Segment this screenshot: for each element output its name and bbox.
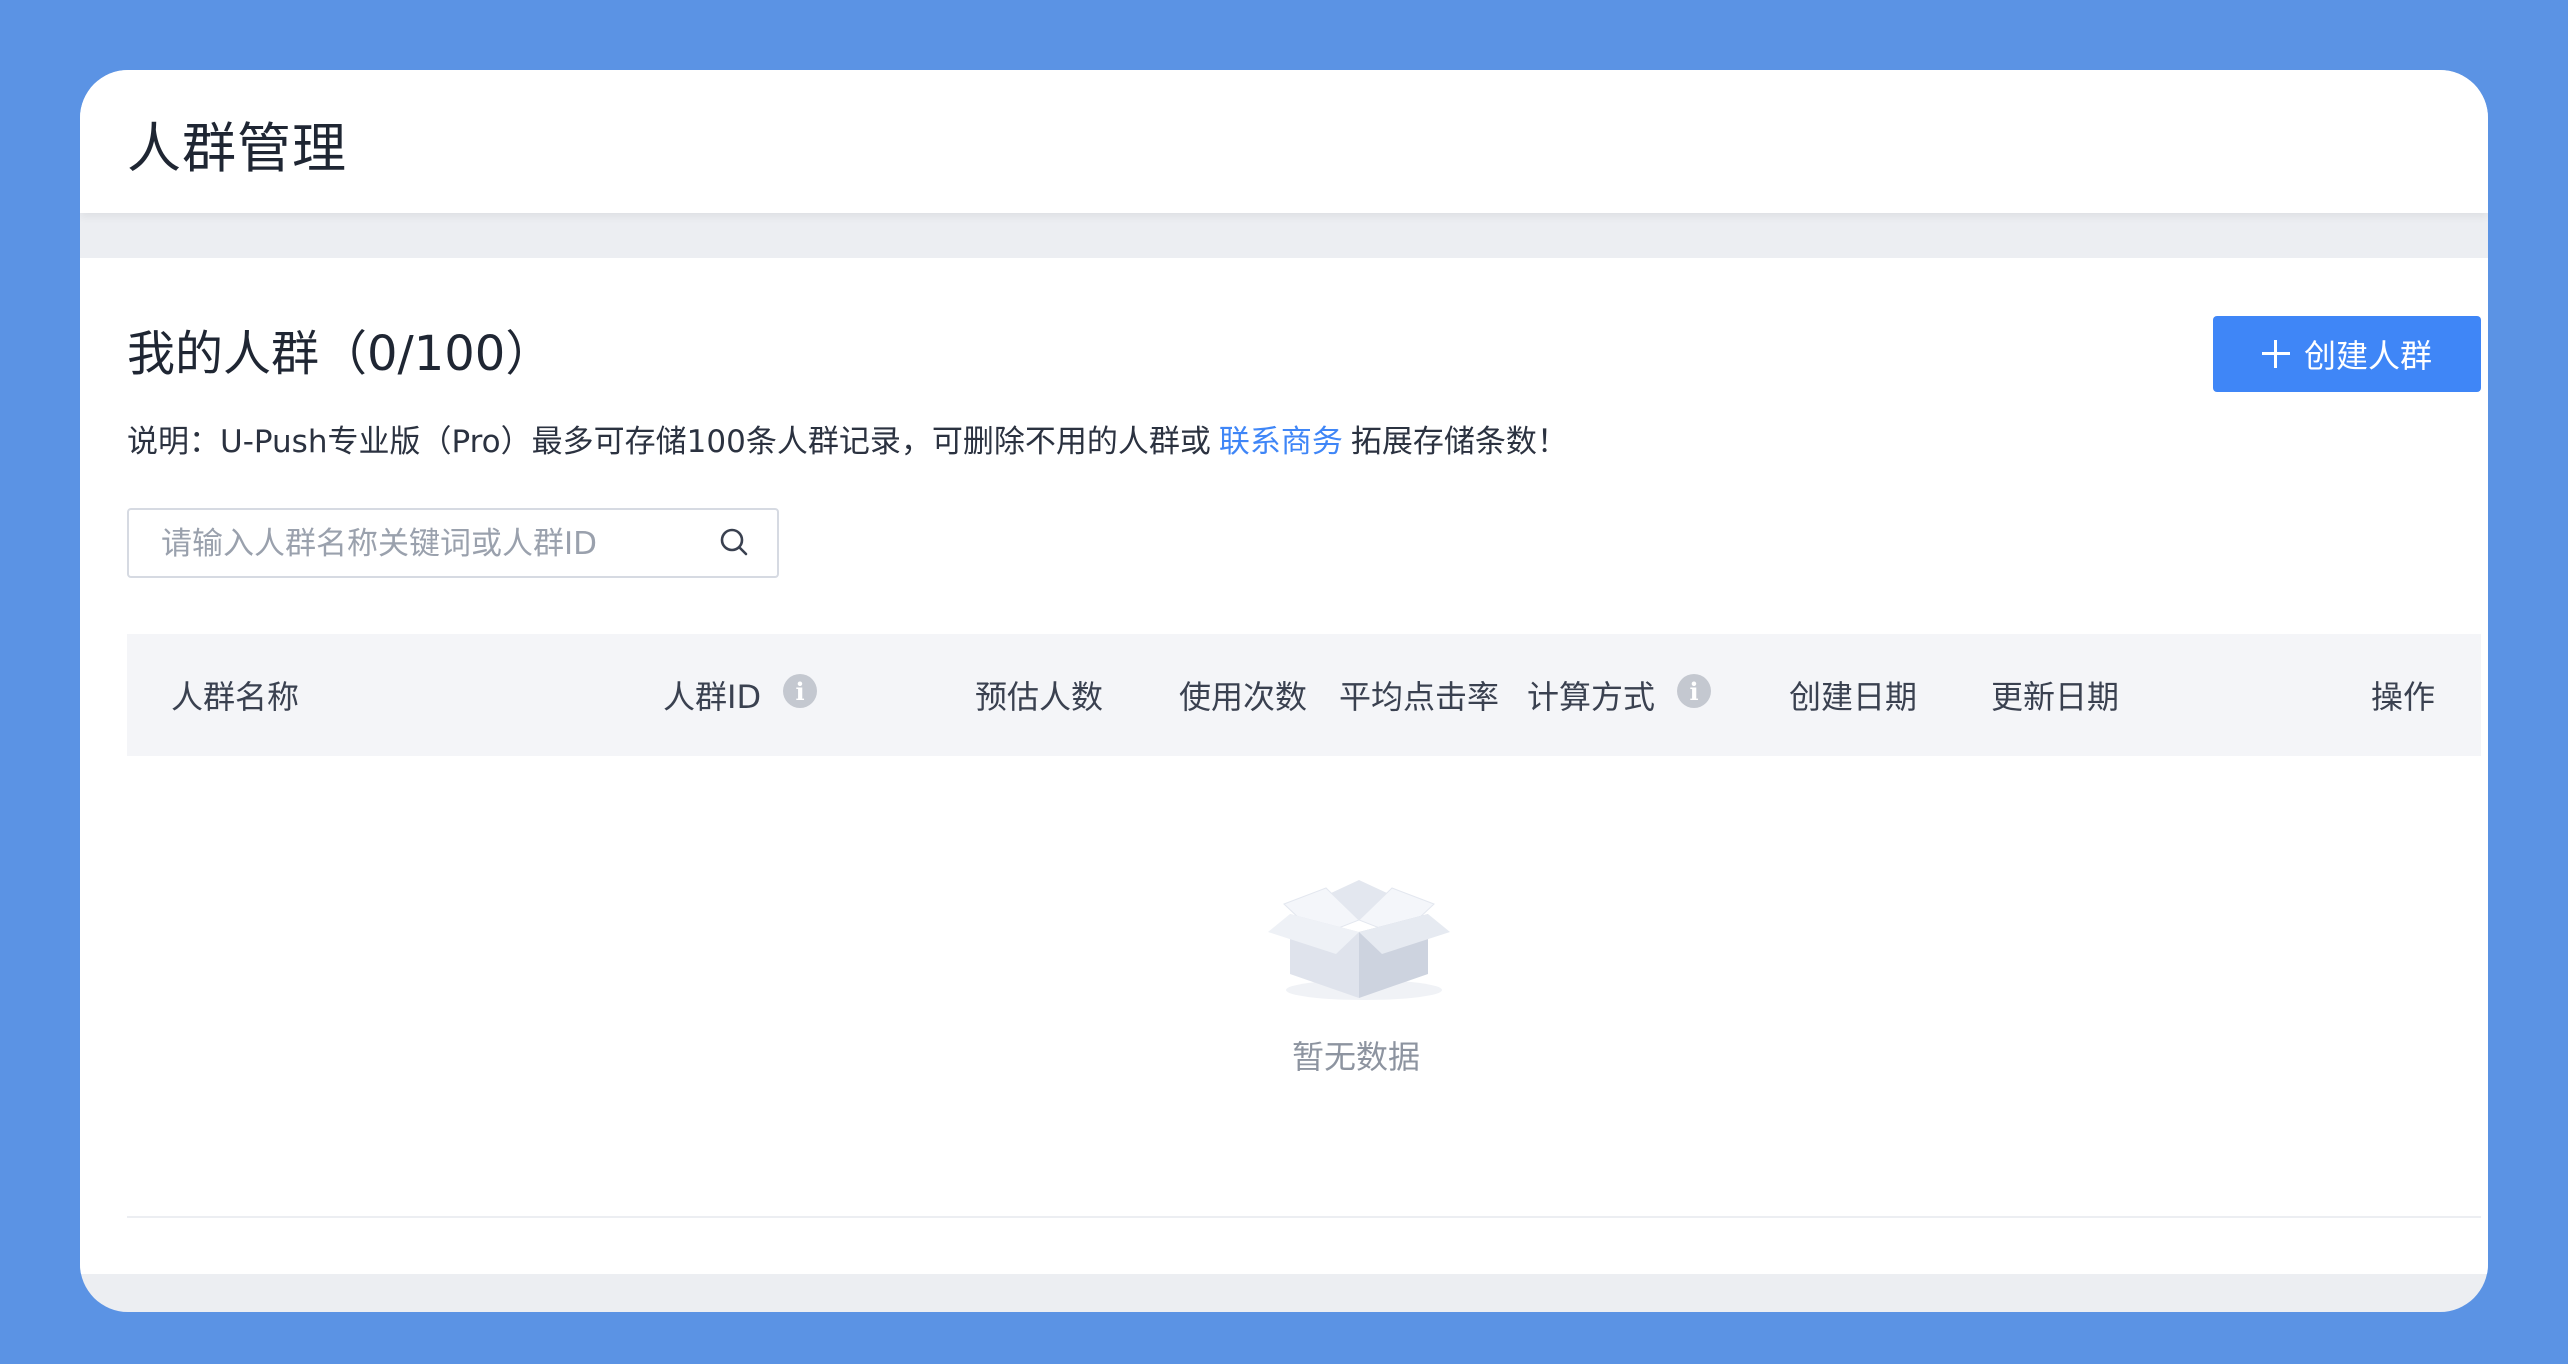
column-header-actions: 操作 (2371, 672, 2435, 718)
create-audience-label: 创建人群 (2303, 337, 2432, 375)
column-header-created: 创建日期 (1789, 672, 1917, 718)
notice-text: 说明：U-Push专业版（Pro）最多可存储100条人群记录，可删除不用的人群或… (127, 416, 1568, 461)
page-title: 人群管理 (127, 117, 347, 180)
search-input[interactable] (159, 510, 703, 578)
section-title: 我的人群（0/100） (127, 326, 554, 382)
table-divider (127, 1216, 2481, 1218)
column-header-label: 预估人数 (975, 678, 1104, 716)
notice-suffix: 拓展存储条数！ (1350, 424, 1568, 460)
empty-box-icon (1268, 880, 1450, 1000)
column-header-ctr: 平均点击率 (1339, 672, 1499, 718)
search-box (127, 508, 779, 578)
notice-prefix: 说明：U-Push专业版（Pro）最多可存储100条人群记录，可删除不用的人群或 (127, 424, 1211, 460)
page-header: 人群管理 (80, 70, 2488, 213)
column-header-label: 操作 (2371, 678, 2436, 716)
info-icon[interactable]: i (783, 674, 818, 708)
create-audience-button[interactable]: 创建人群 (2213, 316, 2481, 392)
main-panel: 我的人群（0/100） 创建人群 说明：U-Push专业版（Pro）最多可存储1… (80, 258, 2488, 1274)
column-header-label: 更新日期 (1991, 678, 2120, 716)
column-header-id: 人群ID i (663, 672, 818, 718)
column-header-label: 人群名称 (171, 678, 300, 716)
column-header-label: 计算方式 (1527, 678, 1656, 716)
info-icon[interactable]: i (1677, 674, 1712, 708)
column-header-name: 人群名称 (171, 672, 299, 718)
column-header-estimated: 预估人数 (975, 672, 1103, 718)
column-header-usage: 使用次数 (1179, 672, 1307, 718)
column-header-label: 人群ID (663, 678, 762, 716)
column-header-label: 创建日期 (1789, 678, 1918, 716)
column-header-label: 使用次数 (1179, 678, 1308, 716)
plus-icon (2261, 340, 2290, 368)
contact-sales-link[interactable]: 联系商务 (1219, 424, 1343, 460)
column-header-updated: 更新日期 (1991, 672, 2119, 718)
table-header: 人群名称 人群ID i 预估人数 使用次数 平均点击率 计算方式 i 创建日期 (127, 634, 2481, 756)
app-window: 人群管理 我的人群（0/100） 创建人群 说明：U-Push专业版（Pro）最… (80, 70, 2488, 1312)
column-header-method: 计算方式 i (1527, 672, 1712, 718)
column-header-label: 平均点击率 (1339, 678, 1500, 716)
empty-state-text: 暂无数据 (1292, 1038, 1421, 1076)
search-icon[interactable] (719, 527, 749, 557)
